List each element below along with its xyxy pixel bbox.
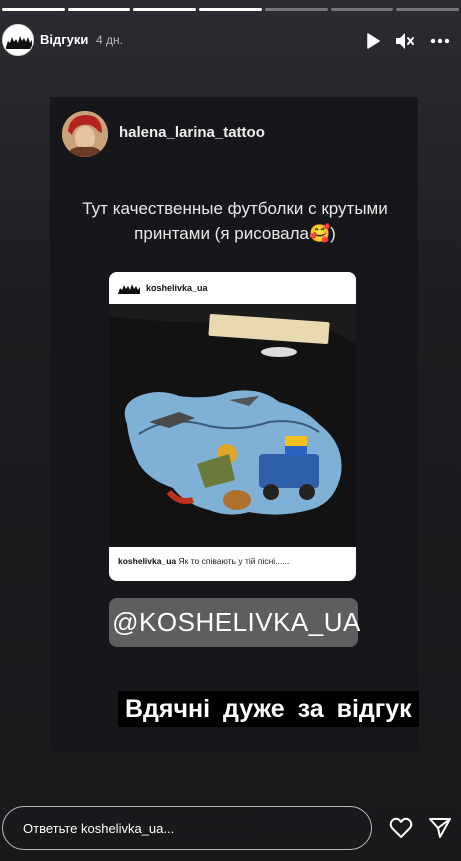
mention-text: @KOSHELIVKA_UA [112, 607, 361, 637]
heart-icon [389, 817, 413, 838]
progress-segment [133, 8, 197, 11]
embedded-post-screenshot: koshelivka_ua koshelivka_ua Як то співаю… [109, 272, 356, 581]
mute-button[interactable] [394, 30, 416, 52]
progress-segment [67, 8, 131, 11]
progress-segment [199, 8, 262, 11]
send-icon [429, 818, 451, 838]
more-dots-icon [430, 38, 450, 44]
like-button[interactable] [387, 814, 415, 842]
embedded-post-account: koshelivka_ua [146, 283, 208, 293]
account-avatar[interactable] [2, 24, 34, 56]
play-icon [367, 33, 380, 49]
post-text: Тут качественные футболки с крутыми прин… [82, 199, 388, 243]
embedded-post-caption: koshelivka_ua Як то співають у тій пісні… [118, 556, 289, 566]
mention-sticker[interactable]: @KOSHELIVKA_UA [109, 598, 361, 647]
story-overlay-text: Вдячні дуже за відгук [118, 691, 419, 727]
share-button[interactable] [426, 814, 454, 842]
tshirt-photo [109, 304, 356, 547]
progress-segment [264, 8, 328, 11]
story-progress [2, 8, 460, 11]
reply-placeholder: Ответьте koshelivka_ua... [23, 821, 175, 836]
story-timestamp: 4 дн. [96, 33, 123, 47]
caption-text: Як то співають у тій пісні...... [176, 556, 290, 566]
muted-speaker-icon [396, 33, 414, 49]
progress-segment [330, 8, 394, 11]
brand-logo-icon [118, 284, 140, 294]
embedded-post-header: koshelivka_ua [109, 272, 356, 304]
reply-input[interactable]: Ответьте koshelivka_ua... [2, 806, 372, 850]
post-author-avatar[interactable] [62, 111, 108, 157]
more-options-button[interactable] [429, 30, 451, 52]
caption-username: koshelivka_ua [118, 556, 177, 566]
account-name[interactable]: Відгуки [40, 32, 88, 47]
progress-segment [2, 8, 65, 11]
progress-segment [396, 8, 460, 11]
play-button[interactable] [362, 30, 384, 52]
story-viewer: Відгуки 4 дн. halena_larina_tattoo Тут к… [0, 0, 461, 861]
story-header: Відгуки 4 дн. [0, 22, 461, 62]
post-author-username[interactable]: halena_larina_tattoo [119, 124, 265, 141]
